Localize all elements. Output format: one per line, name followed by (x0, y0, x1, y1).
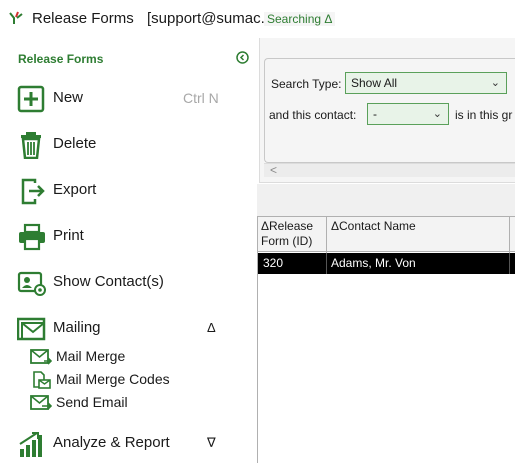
cell-release-form-id: 320 (263, 256, 284, 270)
chevron-down-icon: ⌄ (432, 108, 442, 120)
search-type-value: Show All (351, 76, 398, 90)
scroll-left-icon[interactable]: < (270, 163, 277, 177)
chevron-down-icon: ⌄ (490, 77, 500, 89)
grid-spacer (257, 184, 515, 216)
show-contacts-label: Show Contact(s) (53, 273, 164, 290)
send-email-label: Send Email (56, 394, 128, 410)
table-row[interactable]: 320 Adams, Mr. Von (258, 253, 515, 274)
delete-label: Delete (53, 135, 97, 152)
search-type-select[interactable]: Show All ⌄ (345, 72, 507, 94)
mail-merge-codes-icon (33, 371, 51, 389)
plus-square-icon (17, 85, 45, 113)
new-shortcut: Ctrl N (183, 90, 219, 106)
col-contact-name[interactable]: ΔContact Name (331, 219, 416, 234)
envelope-icon (17, 317, 46, 341)
contact-value: - (373, 107, 377, 121)
new-button[interactable]: New Ctrl N (0, 81, 250, 115)
new-label: New (53, 89, 84, 106)
sidebar: Release Forms New Ctrl N Delete Export P… (0, 38, 257, 463)
sidebar-title: Release Forms (18, 52, 104, 66)
mailing-section[interactable]: Mailing Δ (0, 311, 250, 345)
export-button[interactable]: Export (0, 173, 250, 207)
contact-label: and this contact: (269, 108, 357, 122)
col-release-form-id[interactable]: ΔRelease Form (ID) (261, 219, 325, 249)
search-type-label: Search Type: (271, 77, 342, 91)
mail-merge-icon (30, 349, 52, 365)
mail-merge-codes-button[interactable]: Mail Merge Codes (30, 369, 230, 391)
export-icon (21, 178, 45, 205)
delete-button[interactable]: Delete (0, 127, 250, 161)
print-button[interactable]: Print (0, 219, 250, 253)
send-email-button[interactable]: Send Email (30, 392, 230, 414)
column-divider[interactable] (509, 217, 510, 253)
row-divider (326, 253, 327, 274)
printer-icon (19, 223, 45, 251)
search-legend[interactable]: Searching Δ (264, 12, 336, 26)
mail-merge-label: Mail Merge (56, 348, 126, 364)
analyze-report-section[interactable]: Analyze & Report ∇ (0, 426, 250, 460)
analyze-report-label: Analyze & Report (53, 434, 170, 451)
contact-select[interactable]: - ⌄ (367, 103, 449, 125)
title-bar: Release Forms [support@sumac.com] (0, 0, 515, 38)
show-contacts-button[interactable]: Show Contact(s) (0, 265, 250, 299)
row-divider (509, 253, 510, 274)
column-divider[interactable] (326, 217, 327, 253)
contact-card-icon (17, 271, 46, 296)
horizontal-scrollbar[interactable]: < (264, 163, 515, 177)
print-label: Print (53, 227, 84, 244)
cell-contact-name: Adams, Mr. Von (331, 256, 416, 270)
mail-merge-codes-label: Mail Merge Codes (56, 371, 170, 387)
mail-merge-button[interactable]: Mail Merge (30, 346, 230, 368)
sumac-logo-icon (9, 11, 23, 24)
send-email-icon (30, 395, 52, 410)
contact-suffix-label: is in this gr (455, 108, 513, 122)
grid-header: ΔRelease Form (ID) ΔContact Name (258, 216, 515, 253)
trash-icon (21, 132, 41, 159)
mailing-caret: Δ (207, 320, 216, 335)
bar-chart-icon (19, 432, 42, 457)
results-grid: ΔRelease Form (ID) ΔContact Name 320 Ada… (257, 216, 515, 463)
collapse-arrow-icon[interactable] (236, 51, 249, 64)
window-title: Release Forms (32, 10, 134, 27)
analyze-report-caret: ∇ (207, 435, 216, 450)
mailing-label: Mailing (53, 319, 101, 336)
export-label: Export (53, 181, 97, 198)
